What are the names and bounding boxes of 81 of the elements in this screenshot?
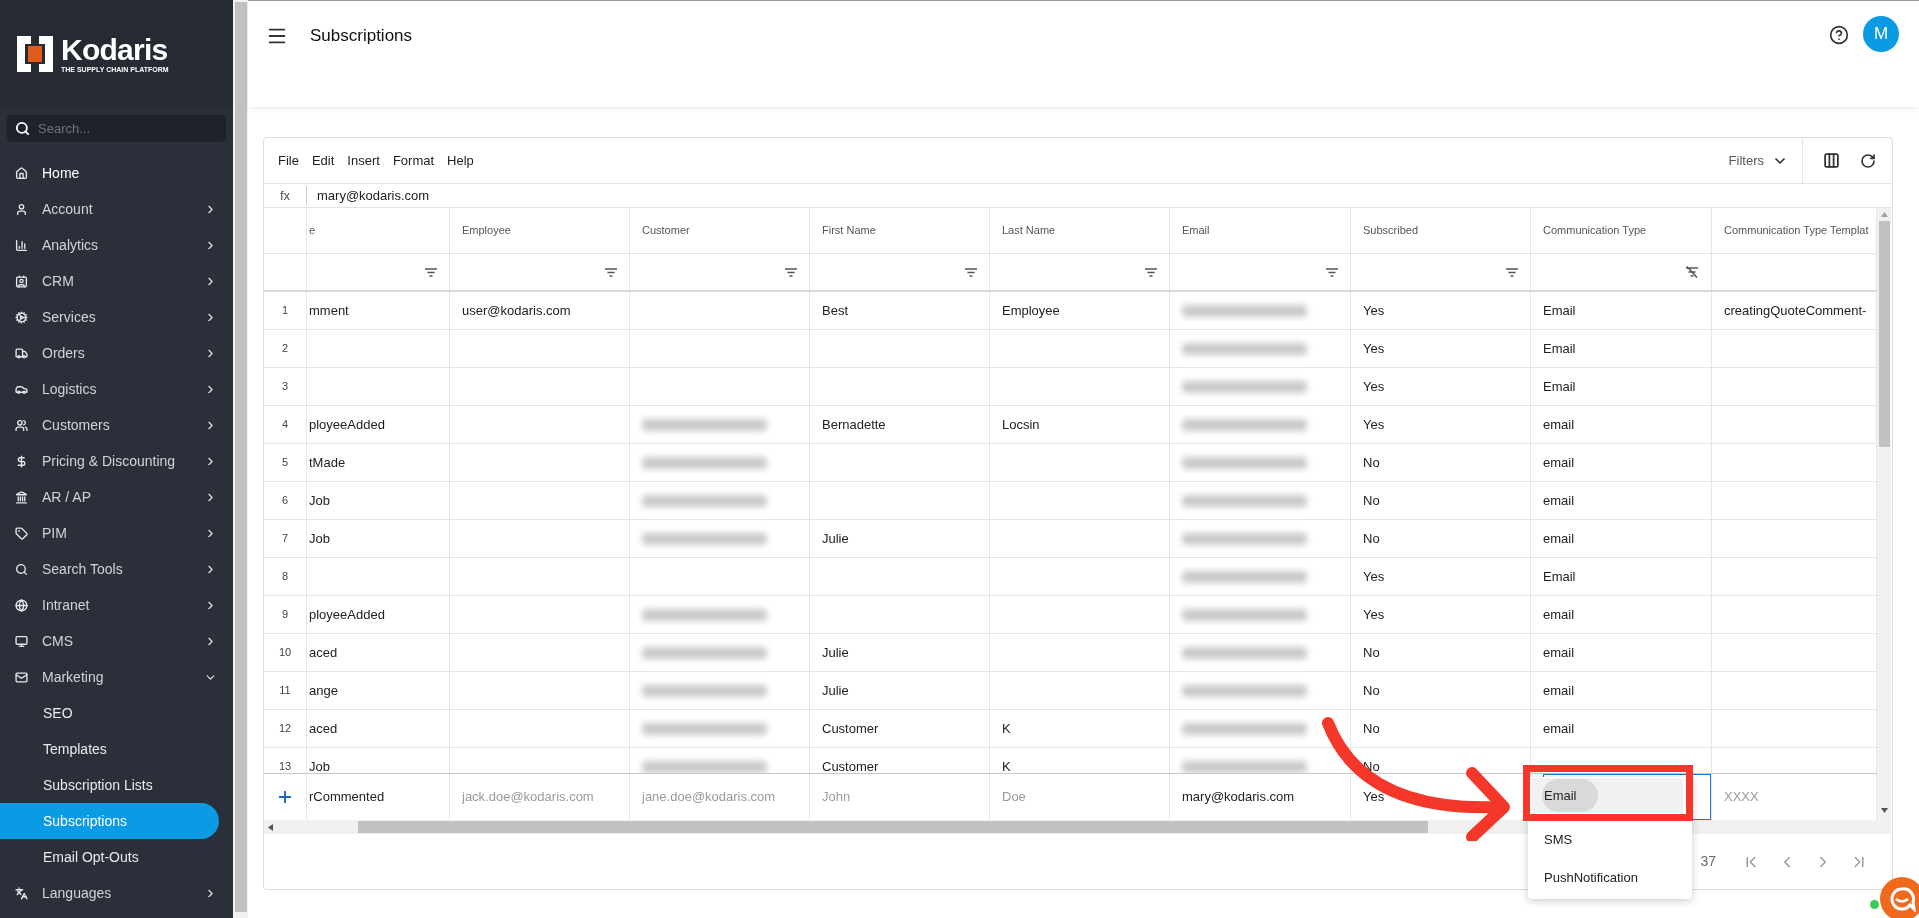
row-number: 6 <box>281 493 289 509</box>
page-title: Subscriptions <box>310 25 413 47</box>
table-cell-text: K <box>1002 757 1011 773</box>
table-cell-text: Email <box>1543 339 1576 358</box>
table-cell-text: ange <box>309 681 338 700</box>
table-cell-text: Job <box>309 491 330 510</box>
table-cell-text: Email <box>1543 567 1576 586</box>
nav-label: Marketing <box>42 667 105 687</box>
table-cell-text: Yes <box>1363 301 1385 320</box>
row-number: 12 <box>278 721 292 737</box>
row-number: 9 <box>281 607 289 623</box>
nav-label: Services <box>42 307 97 327</box>
nav-label: PIM <box>42 523 68 543</box>
nav-label: Search Tools <box>42 559 124 579</box>
fx-label: fx <box>264 185 307 206</box>
table-cell-text: email <box>1543 643 1575 662</box>
row-number: 13 <box>278 759 292 773</box>
nav-label: Analytics <box>42 235 100 255</box>
nav-label: CRM <box>42 271 75 291</box>
table-cell-text: mment <box>309 301 349 320</box>
nav-label: Orders <box>42 343 86 363</box>
table-cell-text: Job <box>309 529 330 548</box>
nav-label: Home <box>42 163 81 183</box>
table-cell-text: Yes <box>1363 415 1385 434</box>
table-cell-text: Yes <box>1363 377 1385 396</box>
row-number: 1 <box>281 303 289 319</box>
table-cell-text: K <box>1002 719 1011 738</box>
table-cell-text: Bernadette <box>822 415 886 434</box>
table-cell-text: No <box>1363 719 1380 738</box>
table-cell-text: Customer <box>822 757 879 773</box>
table-cell-text: email <box>1543 605 1575 624</box>
table-cell-text: No <box>1363 491 1380 510</box>
table-cell-text: No <box>1363 681 1380 700</box>
row-number: 3 <box>281 379 289 395</box>
row-number: 5 <box>281 455 289 471</box>
table-cell-text: Best <box>822 301 848 320</box>
table-cell-text: Job <box>309 757 330 773</box>
nav-label: Intranet <box>42 595 91 615</box>
table-cell-text: Yes <box>1363 605 1385 624</box>
table-cell-text: email <box>1543 681 1575 700</box>
table-cell-text: email <box>1543 529 1575 548</box>
table-cell-text: Customer <box>822 719 879 738</box>
table-cell-text: Email <box>1543 301 1576 320</box>
nav-label: Languages <box>42 883 113 903</box>
table-cell-text: ployeeAdded <box>309 415 385 434</box>
row-number: 4 <box>281 417 289 433</box>
table-cell-text: ployeeAdded <box>309 605 385 624</box>
row-number: 8 <box>281 569 289 585</box>
table-cell-text: Yes <box>1363 567 1385 586</box>
table-cell-text: No <box>1363 643 1380 662</box>
table-cell-text: email <box>1543 415 1575 434</box>
table-cell-text: Julie <box>822 643 849 662</box>
row-number: 7 <box>281 531 289 547</box>
nav-label: Customers <box>42 415 111 435</box>
table-cell-text: Employee <box>1002 301 1060 320</box>
row-number: 10 <box>278 645 292 661</box>
table-cell-text: aced <box>309 643 338 662</box>
table-cell-text: email <box>1543 719 1575 738</box>
table-cell-text: Email <box>1543 377 1576 396</box>
table-cell-text: Locsin <box>1002 415 1040 434</box>
nav-label: CMS <box>42 631 75 651</box>
table-cell-text: Yes <box>1363 339 1385 358</box>
formula-value: mary@kodaris.com <box>317 186 430 205</box>
nav-label: Logistics <box>42 379 98 399</box>
table-cell-text: tMade <box>309 453 346 472</box>
table-cell-text: user@kodaris.com <box>462 301 571 320</box>
logo-name: Kodaris <box>61 34 169 65</box>
table-cell-text: email <box>1543 453 1575 472</box>
nav-label: Pricing & Discounting <box>42 451 177 471</box>
nav-label: Account <box>42 199 94 219</box>
table-cell-text: Julie <box>822 681 849 700</box>
nav-label: AR / AP <box>42 487 93 507</box>
table-cell-text: No <box>1363 529 1380 548</box>
pagination-count: 37 <box>1700 852 1716 871</box>
table-cell-text: aced <box>309 719 338 738</box>
table-cell-text: Julie <box>822 529 849 548</box>
table-cell-text: creatingQuoteComment- <box>1724 301 1867 320</box>
row-number: 11 <box>279 683 291 699</box>
table-cell-text: No <box>1363 453 1380 472</box>
table-cell-text: email <box>1543 491 1575 510</box>
row-number: 2 <box>281 341 289 357</box>
